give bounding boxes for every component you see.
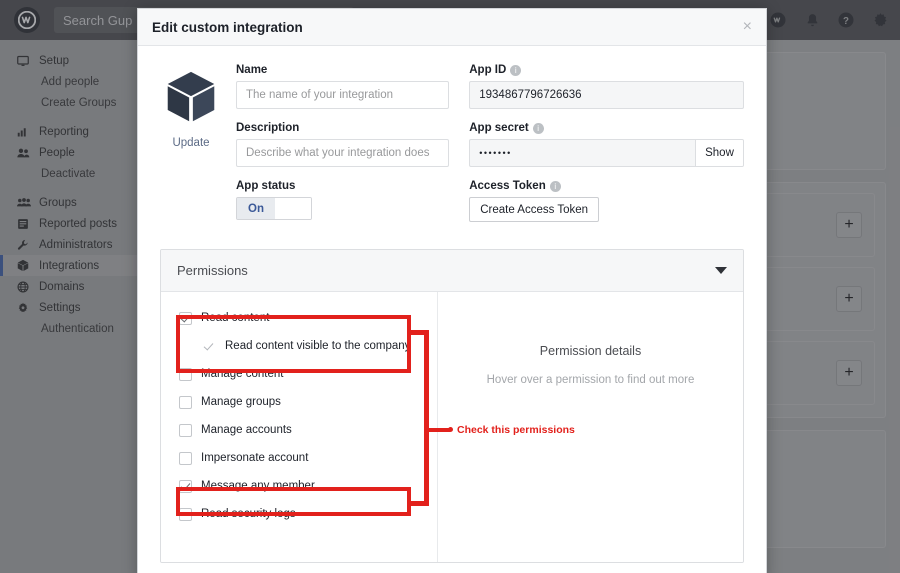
permission-label: Read security logs bbox=[201, 508, 296, 520]
checkbox-icon[interactable] bbox=[179, 507, 192, 521]
permission-details-subtitle: Hover over a permission to find out more bbox=[486, 374, 695, 386]
app-id-label: App ID i bbox=[469, 64, 744, 76]
app-status-field-group: App status On bbox=[236, 180, 449, 220]
screen-root: Search Gup ? Setup Add people Create Gro… bbox=[0, 0, 900, 573]
permission-read-content[interactable]: Read content bbox=[161, 304, 437, 332]
chevron-down-icon[interactable] bbox=[715, 267, 727, 274]
annotation-label: Check this permissions bbox=[457, 424, 575, 436]
name-label: Name bbox=[236, 64, 268, 76]
toggle-on-label: On bbox=[237, 198, 275, 219]
access-token-label-text: Access Token bbox=[469, 180, 546, 192]
permission-message-any-member[interactable]: Message any member bbox=[161, 472, 437, 500]
info-icon[interactable]: i bbox=[510, 64, 522, 76]
form-column-right: App ID i 1934867796726636 App secret i •… bbox=[469, 64, 744, 235]
cube-icon bbox=[164, 70, 218, 124]
checkbox-icon[interactable] bbox=[179, 423, 192, 437]
permission-label: Manage accounts bbox=[201, 424, 292, 436]
permission-label: Impersonate account bbox=[201, 452, 309, 464]
form-grid: Update Name The name of your integration… bbox=[160, 64, 744, 235]
permission-label: Message any member bbox=[201, 480, 315, 492]
info-icon[interactable]: i bbox=[549, 180, 561, 192]
app-icon-column: Update bbox=[160, 64, 222, 235]
app-secret-field-group: App secret i ••••••• Show bbox=[469, 122, 744, 167]
app-secret-value: ••••••• bbox=[479, 148, 512, 158]
close-icon[interactable]: × bbox=[743, 19, 752, 35]
app-secret-label-text: App secret bbox=[469, 122, 529, 134]
permissions-title: Permissions bbox=[177, 263, 248, 278]
dialog-title: Edit custom integration bbox=[152, 19, 303, 35]
checkbox-icon[interactable] bbox=[179, 451, 192, 465]
access-token-label: Access Token i bbox=[469, 180, 744, 192]
permissions-body: Read content Read content visible to the… bbox=[161, 292, 743, 562]
app-id-label-text: App ID bbox=[469, 64, 507, 76]
app-id-field-group: App ID i 1934867796726636 bbox=[469, 64, 744, 109]
permission-read-content-visible-company[interactable]: Read content visible to the company bbox=[161, 332, 437, 360]
permission-details-title: Permission details bbox=[539, 344, 642, 358]
permission-manage-groups[interactable]: Manage groups bbox=[161, 388, 437, 416]
permission-label: Read content bbox=[201, 312, 270, 324]
toggle-off-track bbox=[274, 198, 311, 219]
checkbox-icon[interactable] bbox=[179, 395, 192, 409]
checkbox-icon[interactable] bbox=[179, 311, 192, 325]
app-secret-label: App secret i bbox=[469, 122, 744, 134]
app-id-value[interactable]: 1934867796726636 bbox=[469, 81, 744, 109]
create-access-token-button[interactable]: Create Access Token bbox=[469, 197, 600, 222]
update-link[interactable]: Update bbox=[160, 137, 222, 149]
name-input[interactable]: The name of your integration bbox=[236, 81, 450, 109]
permission-label: Manage groups bbox=[201, 396, 281, 408]
description-input[interactable]: Describe what your integration does bbox=[236, 139, 450, 167]
description-field-group: Description Describe what your integrati… bbox=[236, 122, 450, 167]
dialog-body: Update Name The name of your integration… bbox=[138, 46, 766, 563]
permission-impersonate-account[interactable]: Impersonate account bbox=[161, 444, 437, 472]
permission-manage-accounts[interactable]: Manage accounts bbox=[161, 416, 437, 444]
permission-label: Read content visible to the company bbox=[225, 340, 411, 352]
show-secret-button[interactable]: Show bbox=[695, 140, 743, 166]
name-field-group: Name The name of your integration bbox=[236, 64, 450, 109]
access-token-field-group: Access Token i Create Access Token bbox=[469, 180, 744, 222]
edit-custom-integration-dialog: Edit custom integration × Update Name Th… bbox=[137, 8, 767, 573]
permission-read-security-logs[interactable]: Read security logs bbox=[161, 500, 437, 528]
app-secret-input[interactable]: ••••••• Show bbox=[469, 139, 744, 167]
permission-manage-content[interactable]: Manage content bbox=[161, 360, 437, 388]
check-icon bbox=[203, 340, 216, 353]
permission-label: Manage content bbox=[201, 368, 284, 380]
checkbox-icon[interactable] bbox=[179, 367, 192, 381]
info-icon[interactable]: i bbox=[532, 122, 544, 134]
permissions-header[interactable]: Permissions bbox=[161, 250, 743, 292]
dialog-header: Edit custom integration × bbox=[138, 9, 766, 46]
left-fields: Name The name of your integration Descri… bbox=[236, 64, 450, 235]
checkbox-icon[interactable] bbox=[179, 479, 192, 493]
description-label: Description bbox=[236, 122, 300, 134]
app-status-toggle[interactable]: On bbox=[236, 197, 312, 220]
form-column-left: Update Name The name of your integration… bbox=[160, 64, 450, 235]
permissions-panel: Permissions Read content Read content vi… bbox=[160, 249, 744, 563]
permissions-list: Read content Read content visible to the… bbox=[161, 292, 438, 562]
app-status-label: App status bbox=[236, 180, 296, 192]
